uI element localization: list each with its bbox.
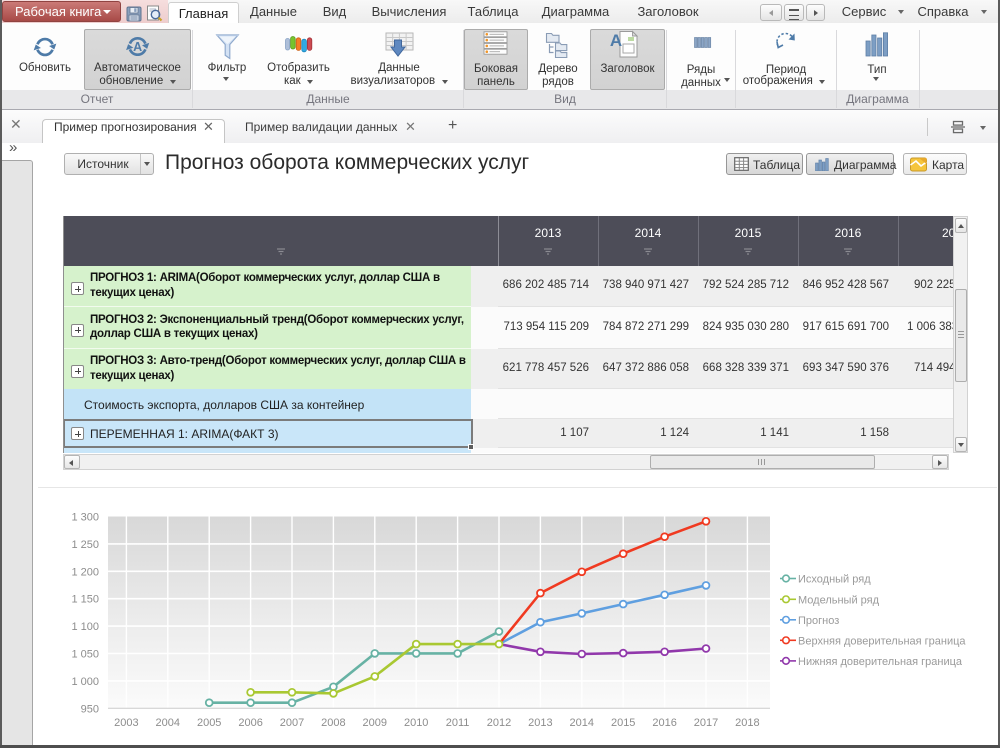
svg-text:2011: 2011 [446,717,470,729]
svg-text:2010: 2010 [404,717,428,729]
svg-text:Верхняя доверительная граница: Верхняя доверительная граница [798,635,966,647]
svg-text:1 200: 1 200 [71,566,99,578]
svg-text:1 300: 1 300 [71,512,99,524]
svg-text:2008: 2008 [321,717,345,729]
svg-text:2005: 2005 [197,717,221,729]
svg-text:1 000: 1 000 [71,676,99,688]
svg-text:2016: 2016 [652,717,676,729]
svg-text:1 150: 1 150 [71,594,99,606]
svg-text:1 100: 1 100 [71,621,99,633]
svg-text:2003: 2003 [114,717,138,729]
svg-text:2015: 2015 [611,717,635,729]
svg-text:2007: 2007 [280,717,304,729]
svg-text:A: A [133,40,142,54]
svg-text:Прогноз: Прогноз [798,615,839,627]
svg-text:1 050: 1 050 [71,649,99,661]
svg-text:2018: 2018 [735,717,759,729]
svg-text:2012: 2012 [487,717,511,729]
svg-text:2013: 2013 [528,717,552,729]
svg-text:A: A [610,31,622,50]
svg-text:2014: 2014 [570,717,594,729]
svg-text:1 250: 1 250 [71,539,99,551]
svg-text:950: 950 [81,703,99,715]
svg-text:Исходный ряд: Исходный ряд [798,574,871,586]
svg-text:2006: 2006 [238,717,262,729]
svg-text:Нижняя доверительная граница: Нижняя доверительная граница [798,656,963,668]
svg-text:Модельный ряд: Модельный ряд [798,594,880,606]
svg-text:2017: 2017 [694,717,718,729]
svg-text:2004: 2004 [156,717,180,729]
svg-text:2009: 2009 [363,717,387,729]
